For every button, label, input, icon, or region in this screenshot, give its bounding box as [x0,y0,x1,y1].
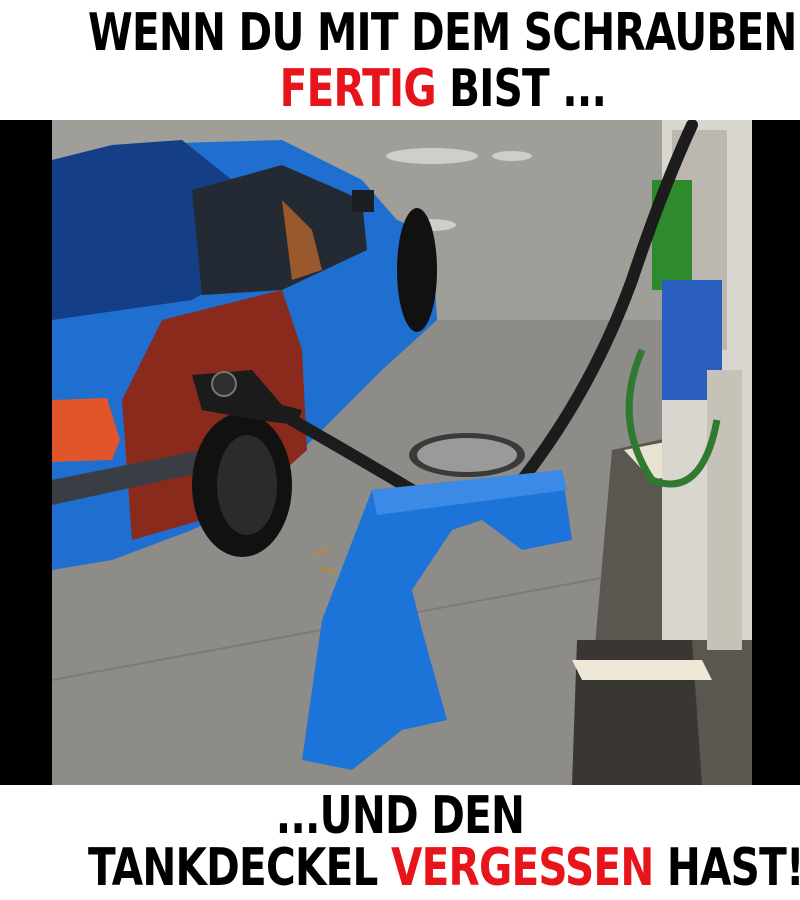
caption-highlight-fertig: FERTIG [279,59,437,119]
caption-line-2: FERTIG BIST ... [88,60,712,118]
caption-line-1: WENN DU MIT DEM SCHRAUBEN [88,3,797,63]
photo-illustration [52,120,752,785]
caption-line-2-rest: BIST ... [435,59,607,119]
caption-line-3: ...UND DEN [275,786,525,846]
gas-station-photo [52,120,752,785]
caption-line-4: TANKDECKEL VERGESSEN HAST! [88,838,800,898]
car-mirror [352,190,374,212]
car-tail-light [52,398,120,462]
caption-line-4-end: HAST! [653,838,800,898]
pump-island-edge [572,660,712,680]
pump-column [707,370,742,650]
fuel-nozzle-logo [211,371,237,397]
caption-highlight-vergessen: VERGESSEN [390,838,654,898]
caption-line-4-start: TANKDECKEL [88,838,391,898]
ground-marking [386,148,478,164]
front-wheel [397,208,437,332]
ground-marking-2 [492,151,532,161]
manhole-grate [417,438,517,472]
rear-wheel-rim [217,435,277,535]
